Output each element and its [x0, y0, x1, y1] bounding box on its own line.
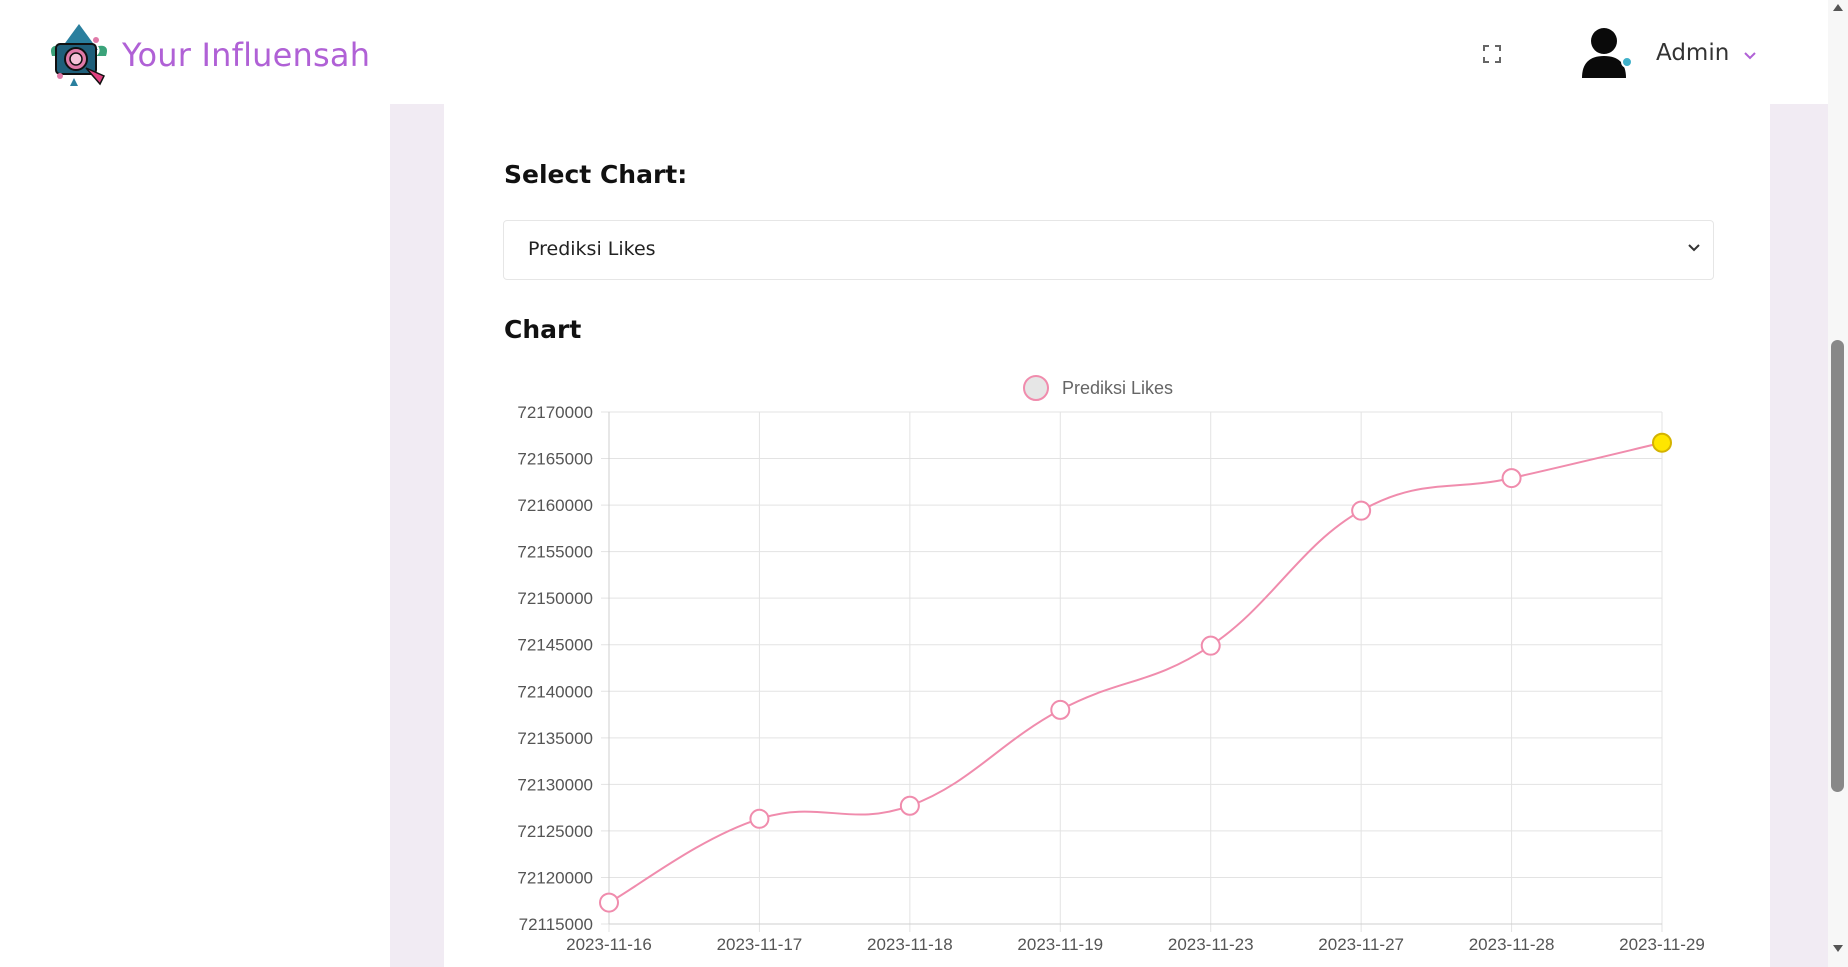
- y-tick-label: 72155000: [517, 543, 593, 562]
- y-tick-label: 72125000: [517, 822, 593, 841]
- chevron-down-icon: [1688, 244, 1700, 252]
- y-tick-label: 72145000: [517, 636, 593, 655]
- data-point: [1050, 699, 1071, 720]
- scrollbar-thumb[interactable]: [1831, 340, 1844, 792]
- top-navbar: Your Influensah Admin: [0, 0, 1828, 104]
- y-tick-label: 72130000: [517, 775, 593, 794]
- y-tick-label: 72170000: [517, 403, 593, 422]
- data-point-highlighted: [1652, 432, 1672, 453]
- chevron-down-icon: [1744, 52, 1757, 60]
- x-tick-label: 2023-11-18: [867, 935, 953, 954]
- data-point: [899, 795, 920, 816]
- x-tick-label: 2023-11-17: [717, 935, 803, 954]
- y-tick-label: 72150000: [517, 589, 593, 608]
- x-tick-label: 2023-11-16: [566, 935, 652, 954]
- y-tick-label: 72120000: [517, 868, 593, 887]
- chart-select[interactable]: Prediksi Likes: [503, 220, 1714, 280]
- chart-select-value: Prediksi Likes: [528, 238, 656, 260]
- likes-prediction-chart: 72170000 72165000 72160000 72155000 72150000…: [517, 375, 1705, 954]
- y-tick-label: 72160000: [517, 496, 593, 515]
- data-point: [1501, 468, 1522, 489]
- y-tick-label: 72140000: [517, 682, 593, 701]
- x-tick-label: 2023-11-27: [1318, 935, 1404, 954]
- user-name: Admin: [1656, 40, 1730, 66]
- brand[interactable]: Your Influensah: [46, 22, 370, 88]
- y-tick-label: 72115000: [519, 915, 593, 934]
- user-menu[interactable]: Admin: [1580, 26, 1757, 80]
- y-tick-label: 72165000: [517, 450, 593, 469]
- user-avatar-icon: [1580, 26, 1633, 80]
- content-right-margin: [1770, 104, 1828, 967]
- data-point: [1351, 500, 1372, 521]
- brand-logo-icon: [46, 22, 112, 88]
- x-tick-label: 2023-11-23: [1168, 935, 1254, 954]
- fullscreen-button[interactable]: [1478, 40, 1506, 68]
- series-line-prediksi-likes: [608, 441, 1663, 904]
- scroll-down-arrow-icon[interactable]: [1833, 945, 1843, 952]
- data-point: [1200, 635, 1221, 656]
- data-point: [599, 892, 619, 913]
- data-point: [749, 808, 770, 829]
- brand-name: Your Influensah: [122, 36, 371, 74]
- x-tick-label: 2023-11-29: [1619, 935, 1705, 954]
- legend-marker: [1023, 375, 1049, 401]
- y-tick-label: 72135000: [517, 729, 593, 748]
- sidebar-area: [0, 104, 390, 967]
- x-tick-label: 2023-11-19: [1017, 935, 1103, 954]
- scroll-up-arrow-icon[interactable]: [1833, 4, 1843, 11]
- select-chart-label: Select Chart:: [504, 160, 688, 189]
- legend-label: Prediksi Likes: [1062, 378, 1173, 398]
- x-tick-label: 2023-11-28: [1469, 935, 1555, 954]
- fullscreen-icon: [1483, 45, 1501, 63]
- chart-heading: Chart: [504, 315, 582, 344]
